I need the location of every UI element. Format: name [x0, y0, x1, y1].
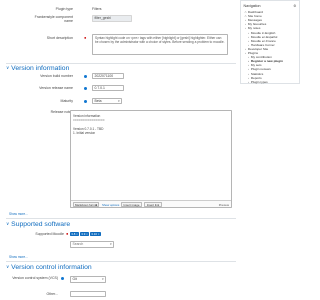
moodle-version-search[interactable]: Search ▾: [70, 241, 114, 248]
main-content: Plugin type Filters Frankenstyle compone…: [0, 0, 238, 300]
plugin-type-value: Filters: [92, 7, 102, 11]
divider: [6, 261, 236, 262]
notes-line: =================: [73, 118, 105, 123]
format-selected-value: Markdown format: [75, 203, 98, 207]
notes-line: 1. Initial version: [73, 131, 96, 136]
frankenstyle-label: Frankenstyle component name: [34, 15, 73, 24]
sidebar-item[interactable]: › Plugin types: [247, 80, 268, 84]
sidebar-item-label: Plugin types: [250, 79, 268, 84]
version-badge-label: 3.8: [71, 231, 76, 236]
info-icon[interactable]: [84, 99, 88, 103]
chevron-down-icon: ▾: [118, 98, 120, 103]
supported-software-heading: Supported software: [11, 221, 71, 228]
show-more-link[interactable]: Show more...: [9, 255, 28, 259]
chevron-down-icon: ▾: [102, 277, 104, 281]
preview-button[interactable]: Preview: [219, 203, 229, 207]
vcs-system-label: Version control system (VCS): [12, 276, 58, 280]
chevron-down-icon: ∨: [6, 221, 10, 226]
vcs-selected-value: Git: [72, 277, 77, 281]
supported-software-toggle[interactable]: ∨ Supported software: [6, 220, 70, 229]
version-badge[interactable]: 3.10×: [90, 231, 101, 237]
short-description-field[interactable]: Syntax highlight code on <pre> tags with…: [92, 34, 228, 55]
vcs-toggle[interactable]: ∨ Version control information: [6, 263, 92, 272]
build-label: Version build number: [40, 74, 73, 78]
supported-moodle-label: Supported Moodle: [35, 232, 64, 236]
release-name-field[interactable]: 0.7.0.1: [92, 84, 124, 91]
insert-image-button[interactable]: Insert image: [121, 202, 142, 207]
close-icon[interactable]: ×: [76, 232, 78, 236]
search-placeholder: Search: [72, 242, 84, 246]
chevron-down-icon: ▾: [110, 242, 112, 246]
vcs-other-field[interactable]: [70, 290, 106, 297]
navigation-block: Navigation ⚙ ⌂Dashboard ⌂Site home › Messag…: [240, 0, 300, 84]
insert-link-button[interactable]: Insert link: [144, 202, 162, 207]
frankenstyle-field: filter_geshi: [92, 15, 132, 22]
plugin-type-label: Plugin type: [55, 7, 73, 11]
version-badge[interactable]: 3.8×: [70, 231, 80, 237]
chevron-down-icon: ∨: [6, 264, 10, 269]
info-icon[interactable]: [84, 74, 88, 78]
required-icon: ●: [84, 35, 87, 40]
release-notes-editor[interactable]: Version information ================= Ve…: [70, 110, 232, 208]
vcs-system-select[interactable]: Git ▾: [70, 276, 106, 283]
build-number-field[interactable]: 2022071100: [92, 72, 124, 79]
close-icon[interactable]: ×: [86, 232, 88, 236]
required-icon: ●: [66, 231, 69, 236]
release-notes-label: Release notes: [50, 110, 73, 114]
chevron-down-icon: ▾: [95, 203, 97, 207]
short-description-label: Short description: [46, 36, 73, 40]
format-select[interactable]: Markdown format ▾: [73, 202, 99, 207]
close-icon[interactable]: ×: [98, 232, 100, 236]
version-info-toggle[interactable]: ∨ Version information: [6, 64, 69, 73]
info-icon[interactable]: [84, 86, 88, 90]
vcs-other-label: Other...: [46, 292, 58, 296]
show-options-link[interactable]: Show options: [102, 203, 119, 207]
maturity-select[interactable]: Beta ▾: [92, 97, 122, 104]
release-name-label: Version release name: [39, 86, 73, 90]
sidebar: Navigation ⚙ ⌂Dashboard ⌂Site home › Messag…: [240, 0, 300, 300]
version-badge[interactable]: 3.9×: [80, 231, 90, 237]
gear-icon[interactable]: ⚙: [293, 4, 296, 8]
bullet-icon: ›: [248, 79, 250, 84]
version-info-heading: Version information: [11, 65, 70, 72]
maturity-label: Maturity: [60, 99, 73, 103]
vcs-heading: Version control information: [11, 264, 92, 271]
show-more-link[interactable]: Show more...: [9, 212, 28, 216]
version-badge-label: 3.10: [91, 231, 97, 236]
version-badge-label: 3.9: [81, 231, 86, 236]
divider: [6, 218, 236, 219]
navigation-heading: Navigation: [243, 3, 261, 8]
editor-toolbar: Markdown format ▾ Show options Insert ima…: [71, 200, 231, 207]
maturity-selected-value: Beta: [94, 98, 102, 103]
chevron-down-icon: ∨: [6, 65, 10, 70]
info-icon[interactable]: [61, 277, 65, 281]
